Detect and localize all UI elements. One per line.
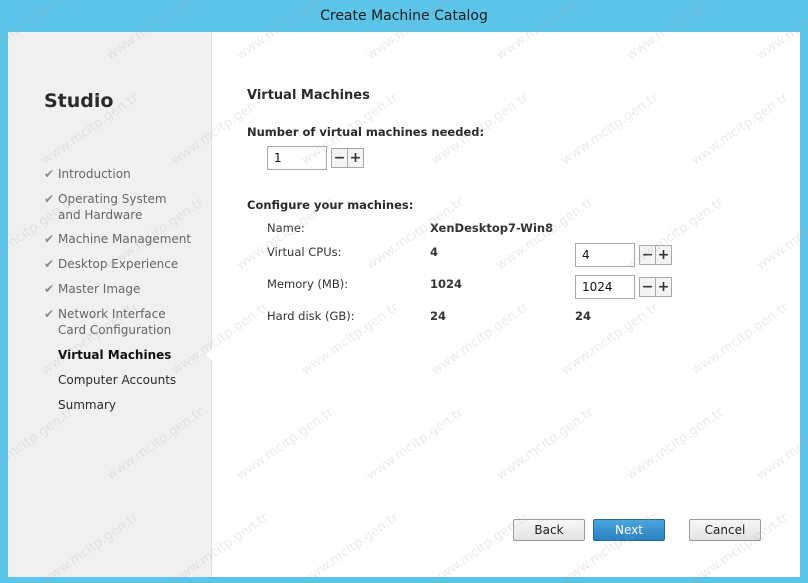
step-label: Network Interface Card Configuration (58, 307, 172, 337)
step-label: Summary (58, 398, 116, 412)
virtual-cpus-label: Virtual CPUs: (267, 245, 342, 259)
name-value: XenDesktop7-Win8 (430, 221, 554, 235)
step-computer-accounts: Computer Accounts (44, 372, 212, 388)
step-label: Virtual Machines (58, 348, 172, 362)
vm-count-input[interactable]: 1 (267, 146, 327, 170)
vm-count-label: Number of virtual machines needed: (247, 125, 485, 139)
hard-disk-label: Hard disk (GB): (267, 309, 355, 323)
configure-label: Configure your machines: (247, 198, 414, 212)
step-virtual-machines: Virtual Machines (44, 347, 212, 363)
window-title: Create Machine Catalog (320, 8, 488, 24)
step-label: Desktop Experience (58, 257, 179, 271)
main-panel: Virtual Machines Number of virtual machi… (213, 32, 800, 577)
back-button[interactable]: Back (513, 519, 585, 541)
hard-disk-new-value: 24 (575, 309, 592, 323)
memory-increment-button[interactable]: + (655, 277, 672, 297)
step-label: Introduction (58, 167, 131, 181)
app-name: Studio (44, 90, 114, 112)
check-icon: ✔ (44, 307, 55, 321)
dialog-window: Create Machine Catalog Studio ✔ Introduc… (0, 0, 808, 583)
step-network-interface-card: ✔ Network Interface Card Configuration (44, 306, 212, 338)
check-icon: ✔ (44, 167, 55, 181)
step-master-image: ✔ Master Image (44, 281, 212, 297)
step-label: Master Image (58, 282, 141, 296)
step-label: Computer Accounts (58, 373, 177, 387)
virtual-cpus-decrement-button[interactable]: − (639, 245, 656, 265)
step-label: Operating System and Hardware (58, 192, 167, 222)
step-introduction: ✔ Introduction (44, 166, 212, 182)
page-title: Virtual Machines (247, 88, 370, 103)
check-icon: ✔ (44, 282, 55, 296)
wizard-sidebar: Studio ✔ Introduction ✔ Operating System… (8, 32, 212, 577)
step-summary: Summary (44, 397, 212, 413)
memory-decrement-button[interactable]: − (639, 277, 656, 297)
memory-input[interactable]: 1024 (575, 275, 635, 299)
memory-current: 1024 (430, 277, 463, 291)
check-icon: ✔ (44, 257, 55, 271)
check-icon: ✔ (44, 232, 55, 246)
virtual-cpus-input[interactable]: 4 (575, 243, 635, 267)
memory-label: Memory (MB): (267, 277, 349, 291)
step-operating-system: ✔ Operating System and Hardware (44, 191, 212, 223)
cancel-button[interactable]: Cancel (689, 519, 761, 541)
hard-disk-current: 24 (430, 309, 447, 323)
virtual-cpus-increment-button[interactable]: + (655, 245, 672, 265)
vm-count-increment-button[interactable]: + (347, 148, 364, 168)
name-label: Name: (267, 221, 305, 235)
next-button[interactable]: Next (593, 519, 665, 541)
step-machine-management: ✔ Machine Management (44, 231, 212, 247)
vm-count-decrement-button[interactable]: − (331, 148, 348, 168)
step-desktop-experience: ✔ Desktop Experience (44, 256, 212, 272)
virtual-cpus-current: 4 (430, 245, 439, 259)
step-label: Machine Management (58, 232, 192, 246)
check-icon: ✔ (44, 192, 55, 206)
active-step-pointer (206, 349, 212, 361)
dialog-body: Studio ✔ Introduction ✔ Operating System… (8, 32, 800, 577)
